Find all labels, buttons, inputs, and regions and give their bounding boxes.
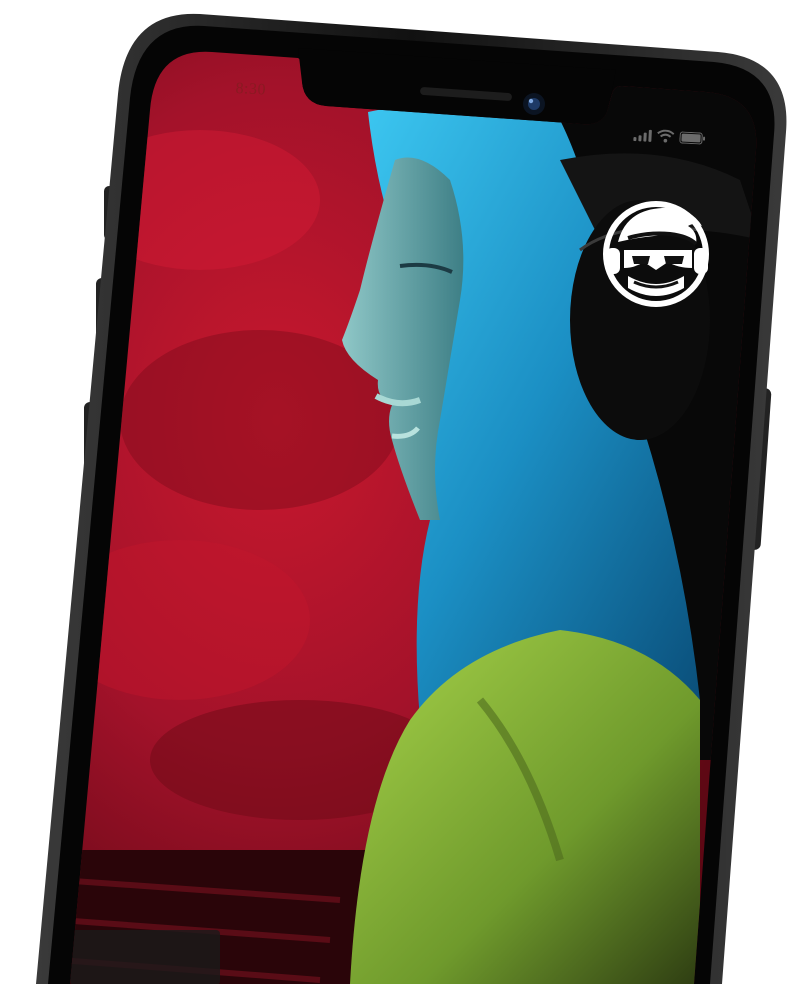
wallpaper-photo [70, 51, 757, 984]
cellular-signal-icon [633, 129, 652, 142]
gamer-headset-mascot-icon[interactable] [598, 192, 722, 316]
battery-icon [679, 131, 706, 145]
status-time: 8:30 [235, 80, 267, 99]
phone-mockup [36, 13, 787, 984]
mockup-stage: 8:30 [0, 0, 800, 984]
wifi-icon [656, 129, 675, 143]
